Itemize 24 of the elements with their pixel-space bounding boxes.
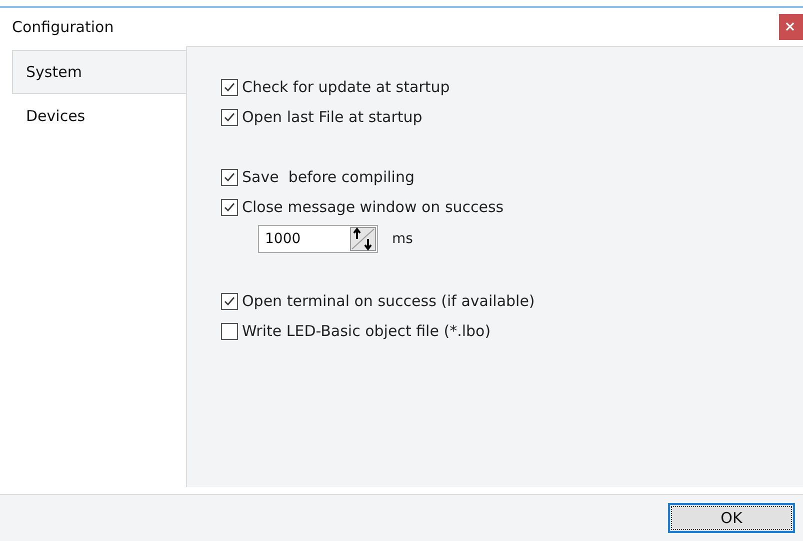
checkbox[interactable] [221,168,238,186]
tab[interactable]: System [12,50,186,94]
checkbox[interactable] [221,108,238,126]
number-field[interactable]: 1000 [258,225,378,253]
check-icon [223,200,236,214]
close-button[interactable]: × [779,14,803,40]
checkbox[interactable] [221,292,238,310]
checkbox-label: Write LED-Basic object file (*.lbo) [242,322,491,340]
check-icon [223,80,236,94]
checkbox-label: Check for update at startup [242,78,450,96]
checkbox[interactable] [221,198,238,216]
check-icon [223,294,236,308]
check-icon [223,110,236,124]
check-icon [223,170,236,184]
unit-label: ms [392,231,413,247]
checkbox-label: Open last File at startup [242,108,422,126]
checkbox-label: Open terminal on success (if available) [242,292,535,310]
checkbox[interactable] [221,322,238,340]
ok-button[interactable]: OK [668,503,795,533]
checkbox-label: Save before compiling [242,168,414,186]
spin-arrows-icon[interactable] [350,227,376,251]
window-title: Configuration [12,18,114,36]
checkbox[interactable] [221,78,238,96]
checkbox-label: Close message window on success [242,198,504,216]
